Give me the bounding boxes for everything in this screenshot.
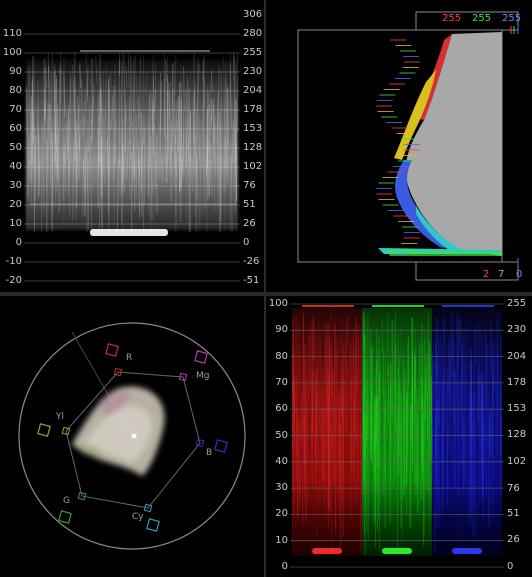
wf-right-tick: 204 (243, 85, 263, 96)
wf-left-tick: 110 (2, 28, 22, 39)
target-label-r: R (126, 353, 133, 363)
parade-left-tick: 20 (275, 508, 288, 520)
wf-left-tick: 0 (15, 237, 22, 248)
wf-left-tick: 100 (2, 47, 22, 58)
wf-left-tick: 50 (9, 142, 22, 153)
wf-right-tick: 178 (243, 104, 263, 116)
wf-right-tick: 76 (243, 180, 256, 192)
parade-left-tick: 100 (268, 298, 288, 309)
target-label-mg: Mg (196, 371, 210, 381)
hist-top-red: 255 (442, 13, 462, 24)
wf-left-tick: 30 (9, 180, 22, 191)
wf-left-tick: 90 (9, 66, 22, 77)
wf-right-tick: 306 (243, 9, 263, 20)
hist-top-blue: 255 (502, 13, 522, 24)
wf-right-tick: 153 (243, 123, 263, 134)
parade-left-tick: 40 (275, 455, 288, 467)
wf-right-tick: 26 (243, 217, 256, 229)
parade-right-tick: 26 (507, 534, 520, 546)
wf-left-tick: 70 (9, 104, 22, 115)
parade-right-tick: 153 (507, 403, 527, 415)
parade-right-tick: 76 (507, 482, 520, 494)
parade-right-tick: 128 (507, 428, 527, 440)
vectorscope-panel: R Mg B Cy G Yl (0, 296, 264, 577)
wf-right-tick: 255 (243, 47, 263, 58)
wf-right-tick: 51 (243, 199, 256, 210)
wf-left-tick: -10 (5, 256, 22, 267)
wf-right-tick: 0 (243, 237, 250, 248)
wf-right-tick: 230 (243, 65, 263, 77)
parade-left-tick: 10 (275, 534, 288, 546)
wf-right-tick: 102 (243, 161, 263, 172)
rgb-parade-graph (290, 303, 504, 569)
parade-right-tick: 178 (507, 377, 527, 389)
wf-left-tick: 80 (9, 85, 22, 96)
wf-right-tick: -51 (243, 275, 260, 286)
vectorscope-graph (18, 322, 246, 550)
parade-right-tick: 102 (507, 455, 527, 467)
parade-right-tick: 255 (507, 298, 527, 309)
waveform-graph (24, 6, 240, 284)
target-label-yl: Yl (56, 412, 64, 422)
parade-left-tick: 60 (275, 403, 288, 415)
wf-right-tick: -26 (243, 256, 260, 268)
wf-left-tick: -20 (5, 275, 22, 286)
wf-right-tick: 280 (243, 28, 263, 40)
wf-right-tick: 128 (243, 141, 263, 153)
wf-left-tick: 10 (9, 218, 22, 229)
parade-right-tick: 0 (507, 561, 514, 572)
wf-left-tick: 20 (9, 199, 22, 210)
parade-left-tick: 0 (281, 561, 288, 572)
wf-left-tick: 60 (9, 123, 22, 134)
parade-right-tick: 230 (507, 323, 527, 335)
parade-left-tick: 30 (275, 482, 288, 494)
waveform-panel: 110 100 90 80 70 60 50 40 30 20 10 0 -10 -20 306 280 25… (0, 0, 264, 292)
parade-left-tick: 70 (275, 376, 288, 388)
histogram-graph (297, 11, 519, 281)
rgb-parade-panel: 100 90 80 70 60 50 40 30 20 10 0 255 230 204 178 153 12… (266, 296, 532, 577)
parade-left-tick: 50 (275, 429, 288, 441)
target-label-g: G (63, 496, 70, 506)
hist-bottom-green: 7 (498, 269, 505, 280)
wf-left-tick: 40 (9, 161, 22, 172)
hist-top-green: 255 (472, 13, 492, 24)
hist-bottom-red: 2 (483, 269, 490, 280)
parade-left-tick: 90 (275, 324, 288, 336)
histogram-panel: 255 255 255 2 7 0 (266, 0, 532, 292)
target-label-cy: Cy (132, 512, 144, 522)
hist-bottom-blue: 0 (516, 269, 523, 280)
parade-right-tick: 204 (507, 350, 527, 362)
target-label-b: B (206, 448, 213, 458)
parade-right-tick: 51 (507, 508, 520, 520)
parade-left-tick: 80 (275, 350, 288, 362)
